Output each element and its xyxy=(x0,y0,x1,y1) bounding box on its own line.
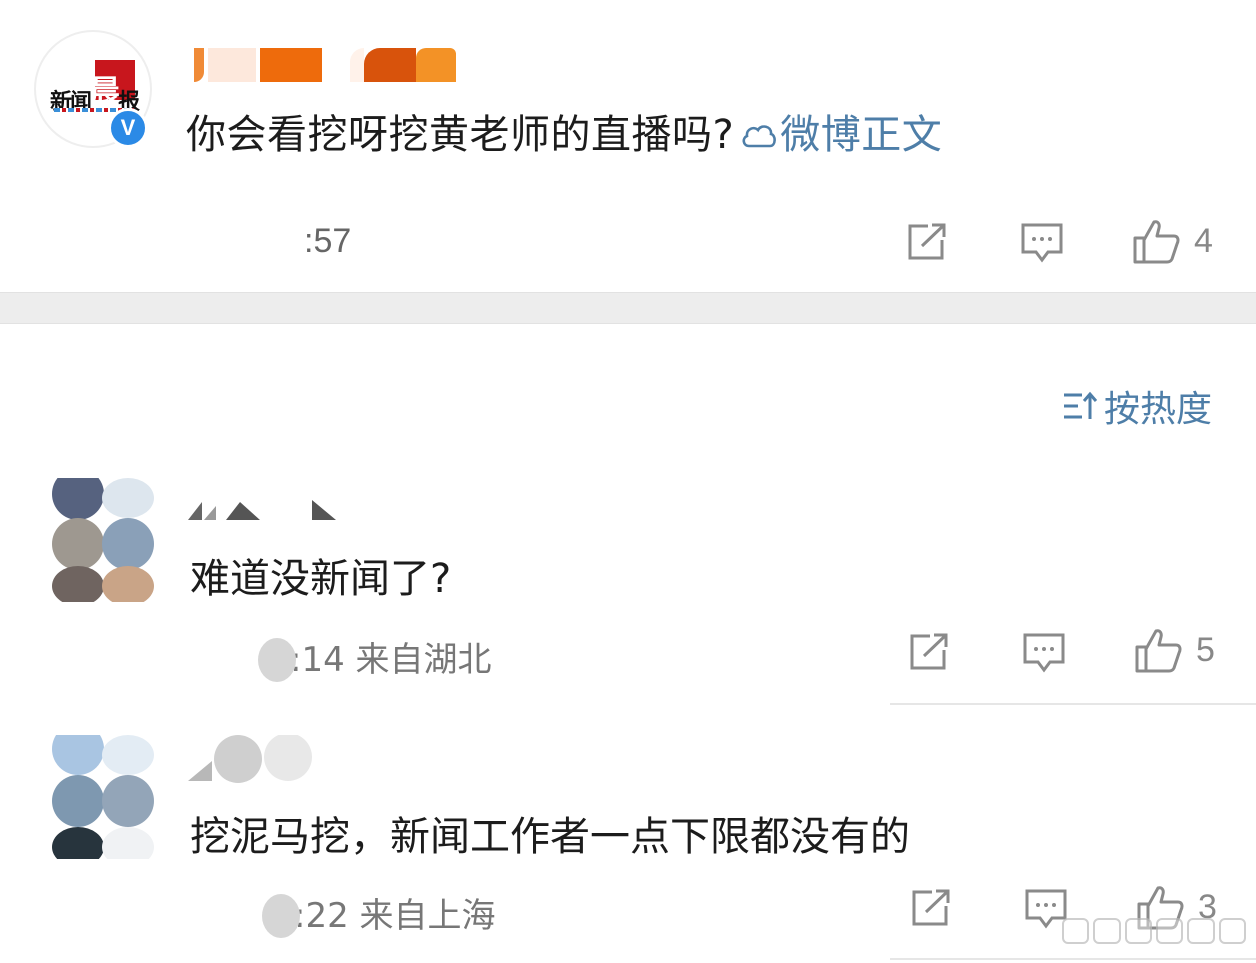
redacted-blot xyxy=(258,637,296,682)
share-button[interactable] xyxy=(908,632,950,672)
comment-icon xyxy=(1023,633,1065,673)
like-count: 5 xyxy=(1196,630,1215,669)
weibo-link-label: 微博正文 xyxy=(780,112,943,158)
post-text: 你会看挖呀挖黄老师的直播吗? xyxy=(186,112,735,158)
comment-username-redacted[interactable] xyxy=(188,494,348,522)
comment-divider xyxy=(890,703,1256,705)
comment-meta-text: :22 来自上海 xyxy=(294,896,496,936)
like-button[interactable]: 4 xyxy=(1132,218,1213,264)
comment-meta-text: :14 来自湖北 xyxy=(290,640,492,680)
sort-by-hot-button[interactable]: 按热度 xyxy=(1062,380,1212,432)
cloud-icon xyxy=(742,125,777,148)
comment-icon xyxy=(1021,223,1063,263)
share-button[interactable] xyxy=(910,888,952,928)
comment-button[interactable] xyxy=(1022,632,1066,674)
thumbs-up-icon xyxy=(1135,629,1182,673)
sort-icon xyxy=(1064,391,1098,419)
share-icon xyxy=(910,633,948,670)
comment-meta: :14 来自湖北 xyxy=(258,632,492,684)
post-username-redacted[interactable] xyxy=(194,48,456,82)
section-divider xyxy=(0,292,1256,324)
redacted-blot xyxy=(262,893,300,938)
watermark-overlay xyxy=(1062,916,1246,946)
sort-label: 按热度 xyxy=(1104,389,1213,430)
comment-text: 难道没新闻了? xyxy=(190,556,452,602)
share-icon xyxy=(908,223,946,260)
comment-username-redacted[interactable] xyxy=(188,733,318,783)
thumbs-up-icon xyxy=(1133,220,1180,264)
like-count: 4 xyxy=(1194,221,1213,260)
share-icon xyxy=(912,889,950,926)
like-button[interactable]: 5 xyxy=(1134,627,1215,673)
post-card: 新闻晨报 V 你会看挖呀挖黄老师的直播吗? 微博正文 :57 4 xyxy=(0,0,1256,292)
verified-badge-icon: V xyxy=(108,108,148,148)
comment-button[interactable] xyxy=(1020,222,1064,264)
comment-divider xyxy=(890,958,1256,960)
post-time: :57 xyxy=(304,222,352,260)
weibo-original-link[interactable]: 微博正文 xyxy=(734,112,942,158)
comment-avatar[interactable] xyxy=(50,735,154,859)
post-content: 你会看挖呀挖黄老师的直播吗? 微博正文 xyxy=(186,102,942,160)
share-button[interactable] xyxy=(906,222,948,262)
comment-avatar[interactable] xyxy=(50,478,154,602)
comment-meta: :22 来自上海 xyxy=(262,888,496,940)
comment-text: 挖泥马挖，新闻工作者一点下限都没有的 xyxy=(190,814,910,860)
